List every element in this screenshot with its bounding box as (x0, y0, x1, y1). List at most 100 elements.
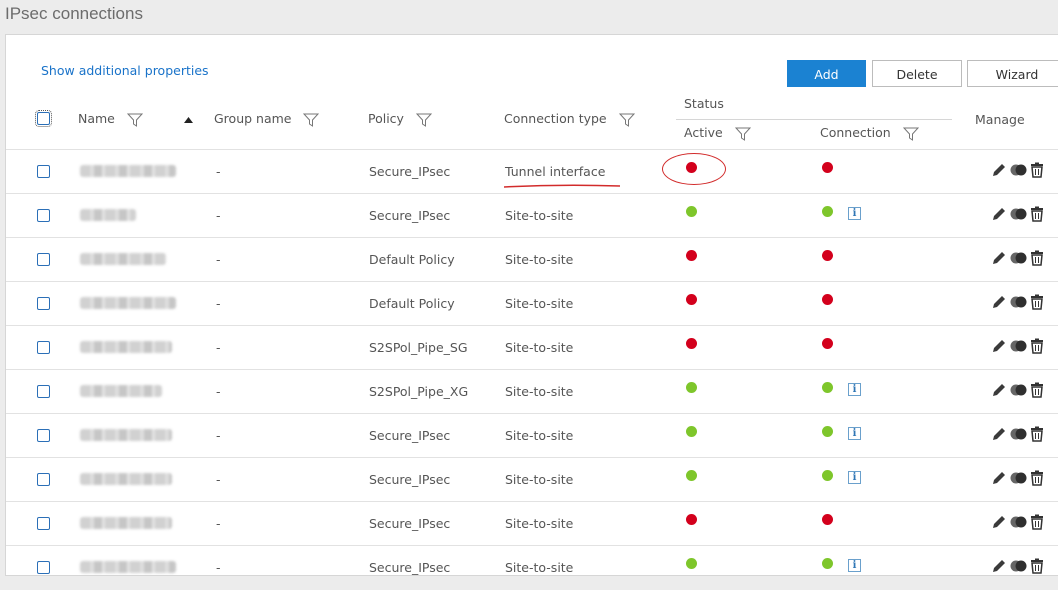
trash-icon[interactable] (1031, 250, 1043, 266)
trash-icon[interactable] (1031, 162, 1043, 178)
connection-name-redacted[interactable] (80, 473, 172, 485)
connection-name-redacted[interactable] (80, 297, 176, 309)
connection-name-redacted[interactable] (80, 385, 162, 397)
connection-name-redacted[interactable] (80, 253, 166, 265)
active-status-icon[interactable] (686, 426, 697, 437)
column-header-connection-type[interactable]: Connection type (504, 111, 635, 127)
table-row[interactable]: - Secure_IPsec Site-to-site (6, 501, 1058, 546)
active-status-icon[interactable] (686, 514, 697, 525)
filter-icon[interactable] (902, 127, 919, 141)
row-checkbox[interactable] (37, 385, 50, 398)
active-status-icon[interactable] (686, 382, 697, 393)
connection-status-icon[interactable] (822, 162, 833, 173)
edit-icon[interactable] (993, 340, 1005, 352)
edit-icon[interactable] (993, 384, 1005, 396)
column-header-name[interactable]: Name (78, 111, 143, 127)
connection-name-redacted[interactable] (80, 517, 172, 529)
trash-icon[interactable] (1031, 382, 1043, 398)
connection-name-redacted[interactable] (80, 209, 136, 221)
table-row[interactable]: - S2SPol_Pipe_XG Site-to-site i (6, 369, 1058, 414)
connection-name-redacted[interactable] (80, 165, 176, 177)
connection-status-icon[interactable] (822, 250, 833, 261)
add-button[interactable]: Add (787, 60, 866, 87)
edit-icon[interactable] (993, 428, 1005, 440)
filter-icon[interactable] (303, 113, 320, 127)
toggle-icon[interactable] (1010, 208, 1027, 220)
connection-name-redacted[interactable] (80, 341, 172, 353)
table-row[interactable]: - S2SPol_Pipe_SG Site-to-site (6, 325, 1058, 370)
connection-status-icon[interactable] (822, 294, 833, 305)
row-checkbox[interactable] (37, 429, 50, 442)
connection-status-icon[interactable] (822, 206, 833, 217)
connection-status-icon[interactable] (822, 338, 833, 349)
connection-status-icon[interactable] (822, 514, 833, 525)
edit-icon[interactable] (993, 208, 1005, 220)
trash-icon[interactable] (1031, 426, 1043, 442)
connection-status-icon[interactable] (822, 470, 833, 481)
row-checkbox[interactable] (37, 341, 50, 354)
row-checkbox[interactable] (37, 253, 50, 266)
table-row[interactable]: - Secure_IPsec Site-to-site i (6, 457, 1058, 502)
trash-icon[interactable] (1031, 470, 1043, 486)
table-row[interactable]: - Secure_IPsec Site-to-site i (6, 193, 1058, 238)
row-checkbox[interactable] (37, 561, 50, 574)
sort-ascending-icon[interactable] (184, 117, 193, 123)
edit-icon[interactable] (993, 164, 1005, 176)
table-row[interactable]: - Secure_IPsec Site-to-site i (6, 413, 1058, 458)
select-all-checkbox[interactable] (35, 110, 52, 127)
toggle-icon[interactable] (1010, 340, 1027, 352)
manage-actions (991, 382, 1058, 402)
toggle-icon[interactable] (1010, 428, 1027, 440)
column-header-group-name[interactable]: Group name (214, 111, 320, 127)
filter-icon[interactable] (618, 113, 635, 127)
connection-name-redacted[interactable] (80, 429, 172, 441)
info-icon[interactable]: i (848, 207, 861, 220)
table-row[interactable]: - Default Policy Site-to-site (6, 281, 1058, 326)
trash-icon[interactable] (1031, 338, 1043, 354)
connection-status-icon[interactable] (822, 426, 833, 437)
trash-icon[interactable] (1031, 294, 1043, 310)
trash-icon[interactable] (1031, 558, 1043, 574)
active-status-icon[interactable] (686, 250, 697, 261)
trash-icon[interactable] (1031, 206, 1043, 222)
trash-icon[interactable] (1031, 514, 1043, 530)
toggle-icon[interactable] (1010, 472, 1027, 484)
info-icon[interactable]: i (848, 559, 861, 572)
edit-icon[interactable] (993, 516, 1005, 528)
show-additional-properties-link[interactable]: Show additional properties (41, 63, 209, 78)
row-checkbox[interactable] (37, 297, 50, 310)
active-status-icon[interactable] (686, 206, 697, 217)
filter-icon[interactable] (126, 113, 143, 127)
row-checkbox[interactable] (37, 165, 50, 178)
active-status-icon[interactable] (686, 338, 697, 349)
filter-icon[interactable] (415, 113, 432, 127)
row-checkbox[interactable] (37, 473, 50, 486)
info-icon[interactable]: i (848, 383, 861, 396)
edit-icon[interactable] (993, 252, 1005, 264)
delete-button[interactable]: Delete (872, 60, 962, 87)
toggle-icon[interactable] (1010, 164, 1027, 176)
column-header-policy[interactable]: Policy (368, 111, 432, 127)
connection-status-icon[interactable] (822, 382, 833, 393)
info-icon[interactable]: i (848, 471, 861, 484)
active-status-icon[interactable] (686, 470, 697, 481)
column-header-connection[interactable]: Connection (820, 125, 919, 141)
edit-icon[interactable] (993, 472, 1005, 484)
toggle-icon[interactable] (1010, 252, 1027, 264)
info-icon[interactable]: i (848, 427, 861, 440)
toggle-icon[interactable] (1010, 560, 1027, 572)
row-checkbox[interactable] (37, 517, 50, 530)
toggle-icon[interactable] (1010, 516, 1027, 528)
edit-icon[interactable] (993, 560, 1005, 572)
connection-name-redacted[interactable] (80, 561, 176, 573)
toggle-icon[interactable] (1010, 384, 1027, 396)
column-header-active[interactable]: Active (684, 125, 751, 141)
wizard-button[interactable]: Wizard (967, 60, 1058, 87)
row-checkbox[interactable] (37, 209, 50, 222)
table-row[interactable]: - Secure_IPsec Site-to-site i (6, 545, 1058, 590)
active-status-icon[interactable] (686, 294, 697, 305)
toggle-icon[interactable] (1010, 296, 1027, 308)
edit-icon[interactable] (993, 296, 1005, 308)
table-row[interactable]: - Default Policy Site-to-site (6, 237, 1058, 282)
filter-icon[interactable] (734, 127, 751, 141)
